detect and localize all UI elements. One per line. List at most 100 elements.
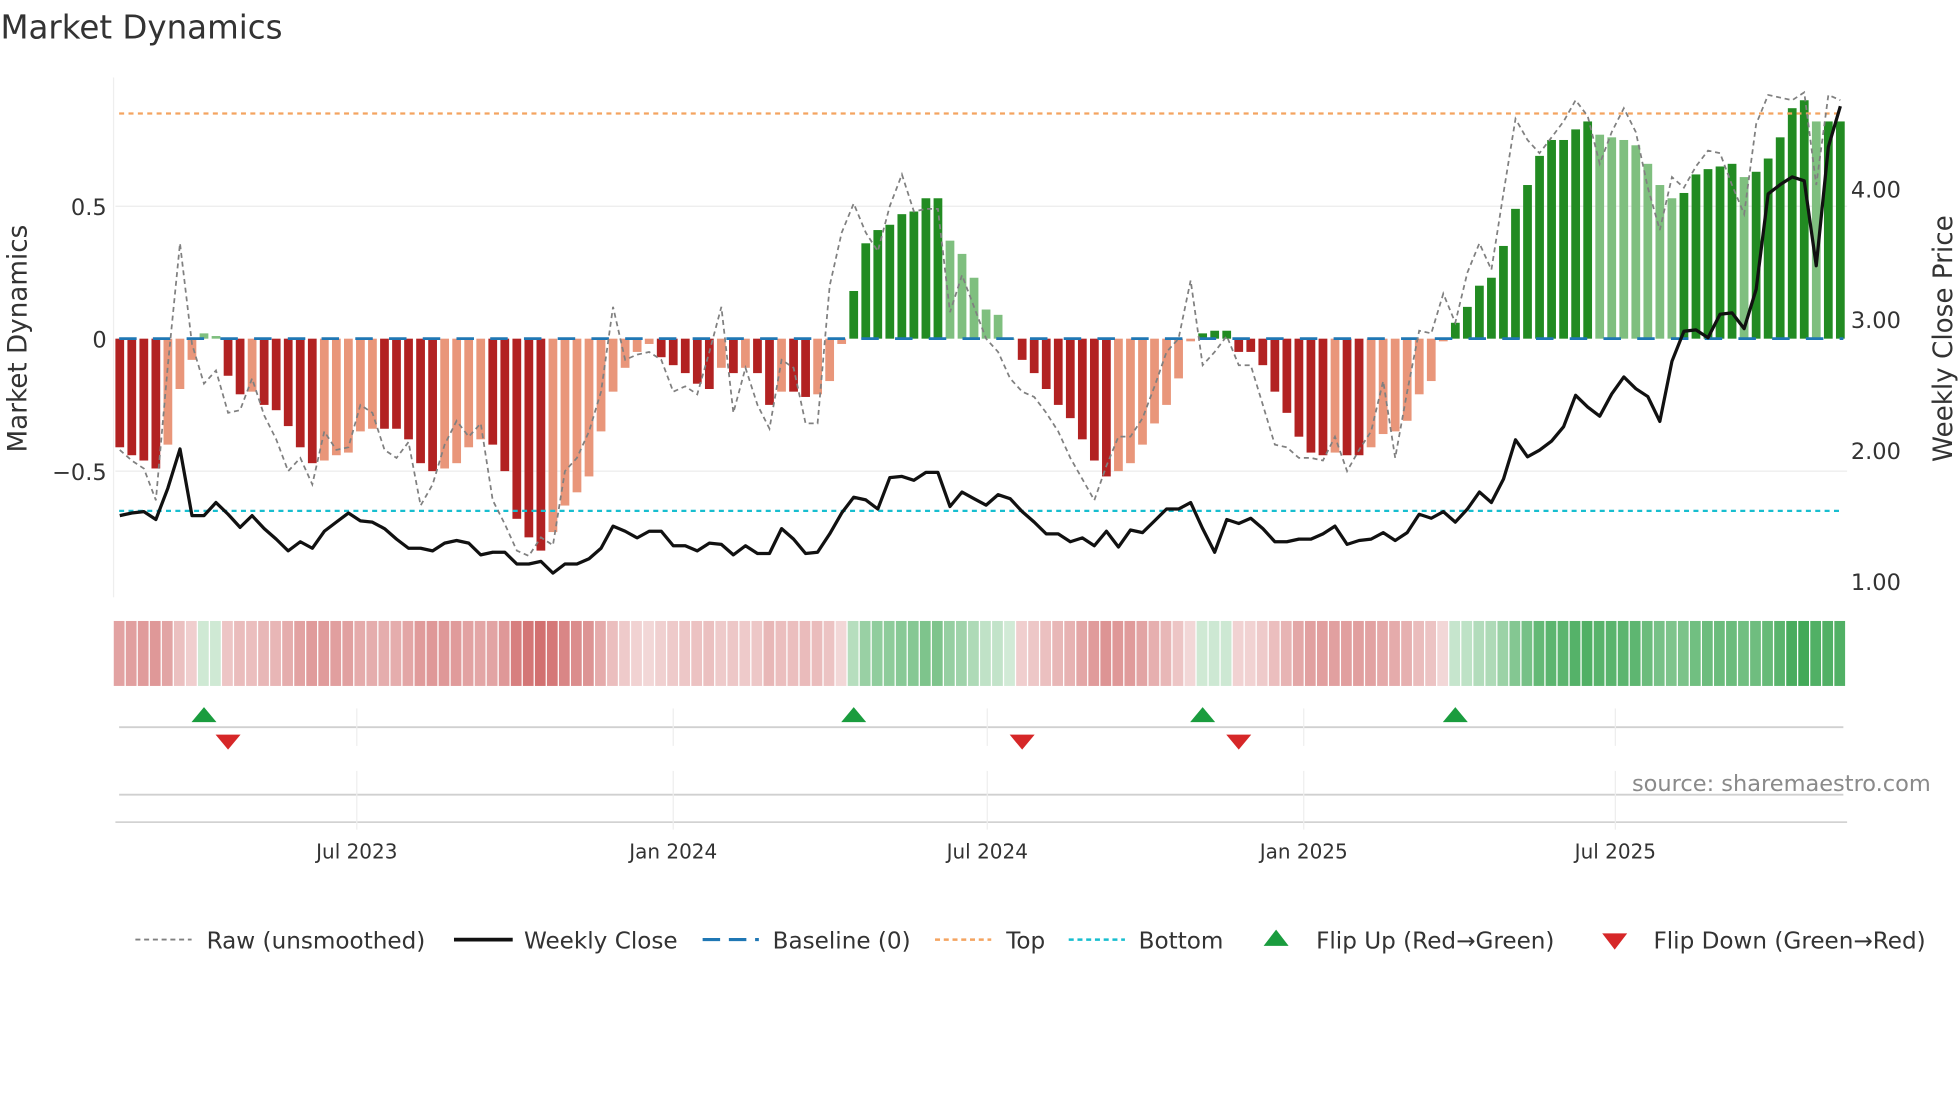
- heat-cell: [583, 620, 594, 686]
- raw-line: [119, 90, 1841, 557]
- heat-cell: [1064, 620, 1076, 686]
- momentum-bar: [1499, 245, 1508, 339]
- heat-cell: [1232, 620, 1244, 686]
- momentum-bar: [1763, 158, 1773, 339]
- left-y-ticks: 0.5 0 −0.5: [52, 195, 107, 486]
- heat-cell: [1184, 620, 1196, 686]
- momentum-bar: [548, 338, 558, 533]
- momentum-bar: [271, 338, 281, 411]
- heat-cell: [1689, 620, 1701, 686]
- momentum-bar: [476, 338, 486, 440]
- heat-cell: [931, 620, 943, 686]
- momentum-bar: [1318, 338, 1328, 456]
- heat-cell: [1449, 620, 1461, 686]
- momentum-bar: [428, 338, 437, 472]
- heat-cell: [462, 620, 474, 686]
- momentum-bar: [1126, 338, 1135, 464]
- legend-label: Baseline (0): [773, 928, 911, 954]
- momentum-bar: [1426, 338, 1436, 382]
- momentum-bar: [127, 338, 137, 456]
- heat-cell: [1798, 620, 1809, 686]
- heat-cell: [992, 620, 1003, 686]
- y2-tick-label: 3.00: [1851, 308, 1901, 334]
- momentum-bar: [524, 338, 534, 538]
- heat-cell: [1677, 620, 1689, 686]
- momentum-bar: [1450, 322, 1460, 339]
- momentum-bar: [801, 338, 810, 397]
- momentum-bar: [680, 338, 690, 374]
- y-tick-label: 0: [92, 327, 106, 353]
- heat-cell: [1653, 620, 1665, 686]
- heat-cell: [378, 620, 390, 686]
- y2-tick-label: 2.00: [1851, 439, 1901, 465]
- heat-cell: [1786, 620, 1797, 686]
- heat-cell: [811, 620, 823, 686]
- heat-cell: [1750, 620, 1761, 686]
- momentum-bar: [1559, 139, 1568, 339]
- heat-cell: [1629, 620, 1641, 686]
- momentum-bar: [151, 338, 161, 469]
- momentum-bar: [1222, 330, 1232, 339]
- legend-item-raw: Raw (unsmoothed): [135, 928, 425, 954]
- momentum-bar: [1077, 338, 1087, 440]
- triangle-down-icon: [1602, 933, 1628, 950]
- heat-cell: [558, 620, 570, 686]
- momentum-bar: [536, 338, 546, 551]
- heat-cell: [643, 620, 654, 686]
- heat-cell: [739, 620, 751, 686]
- momentum-bar: [729, 338, 738, 374]
- momentum-bar: [716, 338, 726, 368]
- heat-cell: [907, 620, 919, 686]
- heat-cell: [498, 620, 510, 686]
- momentum-bar: [1258, 338, 1268, 366]
- flip-up-marker: [841, 707, 867, 723]
- heat-cell: [1028, 620, 1039, 686]
- momentum-bar: [1234, 338, 1244, 352]
- heat-cell: [1316, 620, 1328, 686]
- heat-cell: [703, 620, 715, 686]
- heat-cell: [1292, 620, 1304, 686]
- momentum-bar: [1511, 208, 1520, 339]
- legend-label: Raw (unsmoothed): [207, 928, 426, 954]
- heat-cell: [1822, 620, 1834, 686]
- momentum-bar: [572, 338, 582, 493]
- legend-item-flip-up: Flip Up (Red→Green): [1263, 928, 1554, 954]
- momentum-bar: [464, 338, 474, 448]
- heat-cell: [1100, 620, 1112, 686]
- momentum-bar: [1523, 185, 1532, 339]
- legend-item-close: Weekly Close: [453, 928, 678, 954]
- flip-up-marker: [1442, 707, 1468, 723]
- flip-down-marker: [1226, 734, 1252, 750]
- heat-cell: [1617, 620, 1629, 686]
- heat-cell: [1714, 620, 1725, 686]
- heat-cell: [1172, 620, 1184, 686]
- heat-cell: [1726, 620, 1737, 686]
- momentum-bar: [259, 338, 269, 405]
- momentum-bar: [1029, 338, 1039, 374]
- heat-cell: [1329, 620, 1340, 686]
- momentum-bar: [1655, 185, 1665, 339]
- legend-label: Weekly Close: [524, 928, 678, 954]
- heat-cell: [197, 620, 209, 686]
- momentum-bar: [1583, 121, 1593, 339]
- heat-cell: [1016, 620, 1027, 686]
- heat-cell: [1136, 620, 1148, 686]
- heat-cell: [1401, 620, 1412, 686]
- momentum-bar: [1089, 338, 1099, 461]
- x-tick-label: Jan 2024: [627, 839, 717, 863]
- heat-cell: [270, 620, 281, 686]
- heat-cell: [1112, 620, 1124, 686]
- heat-cell: [137, 620, 149, 686]
- heat-cell: [1557, 620, 1569, 686]
- heat-cell: [402, 620, 414, 686]
- legend-item-bottom: Bottom: [1068, 928, 1223, 954]
- heat-cell: [1353, 620, 1364, 686]
- heat-cell: [1497, 620, 1509, 686]
- heat-cell: [474, 620, 486, 686]
- right-y-ticks: 4.00 3.00 2.00 1.00: [1851, 177, 1901, 595]
- heat-cell: [943, 620, 955, 686]
- heat-cell: [895, 620, 907, 686]
- momentum-bar: [1571, 129, 1581, 339]
- legend-item-flip-down: Flip Down (Green→Red): [1602, 928, 1926, 954]
- heat-cell: [546, 620, 558, 686]
